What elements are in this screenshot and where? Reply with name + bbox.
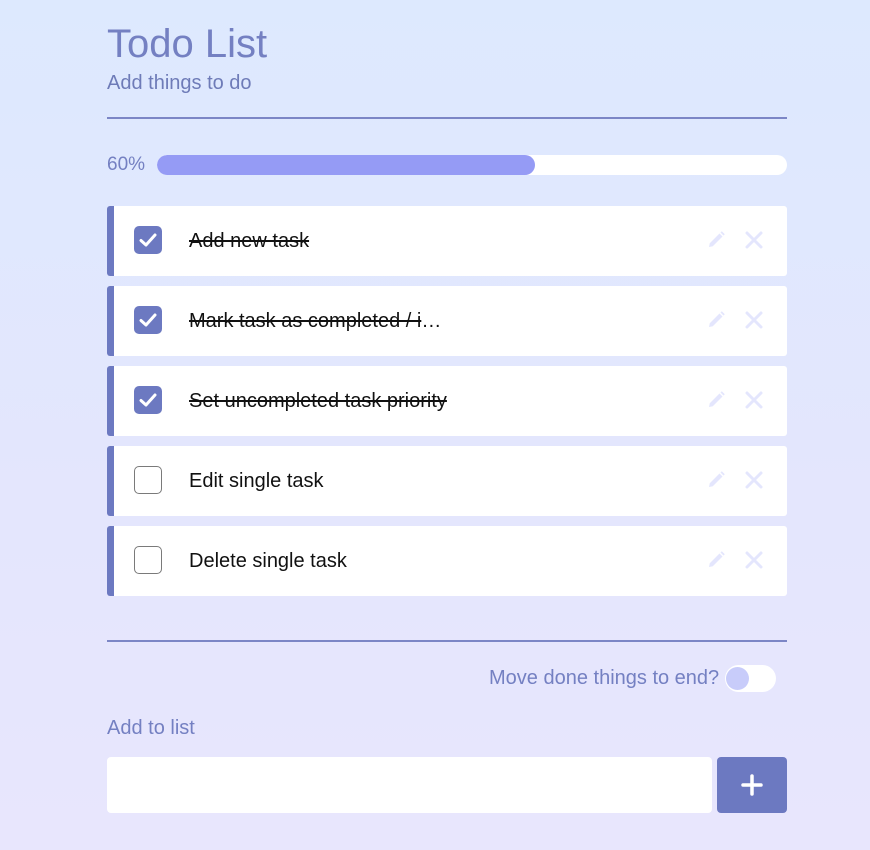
task-checkbox[interactable] <box>134 306 162 334</box>
check-icon <box>139 233 157 247</box>
close-icon <box>745 391 763 409</box>
pencil-icon <box>709 471 725 487</box>
close-icon <box>745 471 763 489</box>
pencil-icon <box>709 311 725 327</box>
move-done-label: Move done things to end? <box>489 667 720 689</box>
task-item: Mark task as completed / incomplete <box>107 286 787 356</box>
plus-icon <box>741 774 763 796</box>
toggle-knob <box>726 667 749 690</box>
delete-task-button[interactable] <box>743 549 765 571</box>
close-icon <box>745 311 763 329</box>
task-item: Delete single task <box>107 526 787 596</box>
progress-bar <box>157 155 787 175</box>
move-done-toggle[interactable] <box>725 665 776 692</box>
task-text[interactable]: Add new task <box>189 230 449 252</box>
task-checkbox[interactable] <box>134 546 162 574</box>
task-checkbox[interactable] <box>134 226 162 254</box>
close-icon <box>745 231 763 249</box>
pencil-icon <box>709 231 725 247</box>
new-task-input[interactable] <box>107 757 712 813</box>
task-item: Add new task <box>107 206 787 276</box>
list-divider <box>107 640 787 642</box>
progress-percent: 60% <box>107 154 146 175</box>
check-icon <box>139 393 157 407</box>
task-checkbox[interactable] <box>134 466 162 494</box>
pencil-icon <box>709 551 725 567</box>
task-text[interactable]: Mark task as completed / incomplete <box>189 310 449 332</box>
task-checkbox[interactable] <box>134 386 162 414</box>
task-item: Edit single task <box>107 446 787 516</box>
edit-task-button[interactable] <box>706 310 726 330</box>
delete-task-button[interactable] <box>743 469 765 491</box>
header-divider <box>107 117 787 119</box>
progress-bar-fill <box>157 155 535 175</box>
add-task-button[interactable] <box>717 757 787 813</box>
edit-task-button[interactable] <box>706 470 726 490</box>
delete-task-button[interactable] <box>743 309 765 331</box>
task-item: Set uncompleted task priority <box>107 366 787 436</box>
page-title: Todo List <box>107 22 268 66</box>
task-text[interactable]: Edit single task <box>189 470 449 492</box>
edit-task-button[interactable] <box>706 230 726 250</box>
add-to-list-label: Add to list <box>107 717 195 739</box>
page-subtitle: Add things to do <box>107 72 252 94</box>
close-icon <box>745 551 763 569</box>
edit-task-button[interactable] <box>706 550 726 570</box>
delete-task-button[interactable] <box>743 389 765 411</box>
task-text[interactable]: Set uncompleted task priority <box>189 390 449 412</box>
task-list: Add new task Mark task as completed / in… <box>107 206 787 606</box>
check-icon <box>139 313 157 327</box>
delete-task-button[interactable] <box>743 229 765 251</box>
task-text[interactable]: Delete single task <box>189 550 449 572</box>
pencil-icon <box>709 391 725 407</box>
edit-task-button[interactable] <box>706 390 726 410</box>
